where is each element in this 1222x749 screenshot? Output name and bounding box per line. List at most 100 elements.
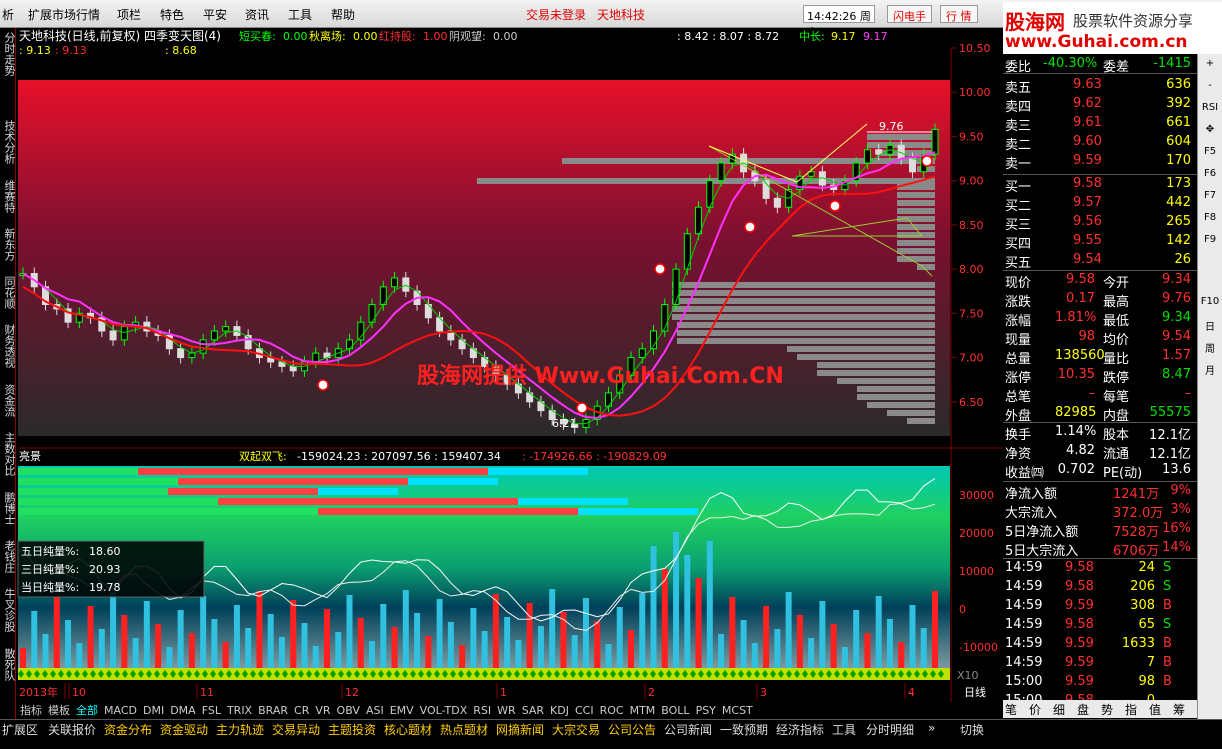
left-tab-laoqianzhuang[interactable]: 老钱庄 bbox=[1, 540, 16, 573]
bottom-tab[interactable]: 核心题材 bbox=[384, 721, 432, 738]
bottom-tab[interactable]: 关联报价 bbox=[48, 721, 96, 738]
candle-body bbox=[908, 158, 916, 173]
toolbar-button[interactable]: F10 bbox=[1200, 296, 1220, 307]
toolbar-button[interactable]: F9 bbox=[1200, 234, 1220, 245]
indicator-tab[interactable]: ASI bbox=[363, 704, 387, 717]
left-tab-tech-analysis[interactable]: 技术分析 bbox=[1, 120, 16, 164]
toolbar-button[interactable]: F8 bbox=[1200, 212, 1220, 223]
indicator-tab[interactable]: RSI bbox=[470, 704, 494, 717]
toolbar-button[interactable]: RSI bbox=[1200, 102, 1220, 113]
bottom-tab[interactable]: 大宗交易 bbox=[552, 721, 600, 738]
bottom-tab[interactable]: 切换 bbox=[960, 721, 984, 738]
bottom-tab[interactable]: 公司新闻 bbox=[664, 721, 712, 738]
mini-tab[interactable]: 指 bbox=[1125, 701, 1137, 718]
menu-item-tools[interactable]: 工具 bbox=[288, 6, 312, 23]
bottom-tab[interactable]: 热点题材 bbox=[440, 721, 488, 738]
left-tab-diagnose[interactable]: 牛叉诊股 bbox=[1, 588, 16, 632]
bottom-tab[interactable]: 一致预期 bbox=[720, 721, 768, 738]
toolbar-button[interactable]: 月 bbox=[1200, 362, 1220, 377]
bottom-tab[interactable]: 分时明细 bbox=[866, 721, 914, 738]
left-tab-capital-flow[interactable]: 资金流 bbox=[1, 384, 16, 417]
bottom-tab[interactable]: 主力轨迹 bbox=[216, 721, 264, 738]
mini-tab[interactable]: 值 bbox=[1149, 701, 1161, 718]
left-tab-compare[interactable]: 主数对比 bbox=[1, 432, 16, 476]
left-tab-xindongfang[interactable]: 新东方 bbox=[1, 228, 16, 261]
toolbar-button[interactable]: + bbox=[1200, 58, 1220, 69]
left-tab-timeshare[interactable]: 分时走势 bbox=[1, 32, 16, 76]
bottom-tab[interactable]: 交易异动 bbox=[272, 721, 320, 738]
menu-item-extended-market[interactable]: 扩展市场行情 bbox=[28, 6, 100, 23]
sub-volume-bar bbox=[639, 593, 646, 668]
bottom-tab[interactable]: 经济指标 bbox=[776, 721, 824, 738]
mini-tab[interactable]: 筹 bbox=[1173, 701, 1185, 718]
toolbar-button[interactable]: 日 bbox=[1200, 318, 1220, 333]
indicator-tab[interactable]: WR bbox=[494, 704, 519, 717]
indicator-tab[interactable]: CR bbox=[291, 704, 312, 717]
left-tab-vsat[interactable]: 维赛特 bbox=[1, 180, 16, 213]
bottom-tab[interactable]: 主题投资 bbox=[328, 721, 376, 738]
indicator-tab[interactable]: OBV bbox=[334, 704, 363, 717]
sub-volume-bar bbox=[909, 605, 916, 668]
toolbar-button[interactable]: 周 bbox=[1200, 340, 1220, 355]
indicator-tab[interactable]: BOLL bbox=[658, 704, 692, 717]
mini-tab[interactable]: 细 bbox=[1053, 701, 1065, 718]
toolbar-button[interactable]: ✥ bbox=[1200, 124, 1220, 135]
mini-tab[interactable]: 盘 bbox=[1077, 701, 1089, 718]
toolbar-button[interactable]: F6 bbox=[1200, 168, 1220, 179]
bottom-tab[interactable]: 工具 bbox=[832, 721, 856, 738]
menu-item-pingan[interactable]: 平安 bbox=[203, 6, 227, 23]
mini-tab[interactable]: 价 bbox=[1029, 701, 1041, 718]
sub-tick-label: 0 bbox=[959, 603, 966, 616]
indicator-tab[interactable]: ROC bbox=[597, 704, 627, 717]
bottom-tab[interactable]: 网摘新闻 bbox=[496, 721, 544, 738]
site-logo: 股海网 股票软件资源分享 www.Guhai.com.cn bbox=[1003, 2, 1222, 54]
mini-tab[interactable]: 势 bbox=[1101, 701, 1113, 718]
bottom-tab[interactable]: 扩展区 bbox=[2, 721, 38, 738]
indicator-tab[interactable]: KDJ bbox=[547, 704, 572, 717]
menu-item-analysis[interactable]: 析 bbox=[2, 6, 14, 23]
left-tab-tonghuashun[interactable]: 同花顺 bbox=[1, 276, 16, 309]
period-label[interactable]: 日线 bbox=[964, 685, 986, 699]
left-tab-sansidui[interactable]: 散死队 bbox=[1, 648, 16, 681]
left-tab-finance[interactable]: 财务透视 bbox=[1, 324, 16, 368]
indicator-tab[interactable]: 模板 bbox=[45, 702, 73, 718]
indicator-tab[interactable]: SAR bbox=[519, 704, 547, 717]
bottom-tab[interactable]: » bbox=[928, 721, 935, 735]
menu-item-help[interactable]: 帮助 bbox=[331, 6, 355, 23]
hbar-segment bbox=[18, 508, 318, 515]
indicator-tab[interactable]: VOL-TDX bbox=[417, 704, 471, 717]
stats-list: 现价 9.58 今开 9.34 涨跌 0.17 最高 9.76 涨幅 1.81% 最低 9.34 现量 9… bbox=[1003, 270, 1197, 424]
indicator-tab[interactable]: 全部 bbox=[73, 702, 101, 718]
candle-body bbox=[773, 197, 781, 208]
menu-item-special[interactable]: 特色 bbox=[160, 6, 184, 23]
indicator-tab[interactable]: EMV bbox=[387, 704, 417, 717]
toolbar-button[interactable]: - bbox=[1200, 80, 1220, 91]
sub-volume-bar bbox=[380, 604, 387, 668]
flow-pct: 14% bbox=[1162, 540, 1191, 555]
mini-tab[interactable]: 笔 bbox=[1005, 701, 1017, 718]
indicator-tab[interactable]: TRIX bbox=[224, 704, 255, 717]
kline-chart[interactable]: 天地科技(日线,前复权) 四季变天图(4) 短买春: 0.00 秋离场: 0.0… bbox=[17, 28, 1002, 702]
menu-item-info[interactable]: 资讯 bbox=[245, 6, 269, 23]
indicator-tab[interactable]: 指标 bbox=[17, 702, 45, 718]
toolbar-button[interactable]: F5 bbox=[1200, 146, 1220, 157]
indicator-tab[interactable]: CCI bbox=[572, 704, 597, 717]
indicator-tab[interactable]: FSL bbox=[199, 704, 224, 717]
left-tab-pengboshi[interactable]: 鹏博士 bbox=[1, 492, 16, 525]
indicator-tab[interactable]: MCST bbox=[719, 704, 756, 717]
bottom-tab[interactable]: 资金驱动 bbox=[160, 721, 208, 738]
bottom-tab[interactable]: 资金分布 bbox=[104, 721, 152, 738]
indicator-tab[interactable]: BRAR bbox=[255, 704, 291, 717]
indicator-tab[interactable]: DMA bbox=[167, 704, 199, 717]
login-status[interactable]: 交易未登录 bbox=[526, 6, 586, 23]
indicator-tab[interactable]: VR bbox=[312, 704, 333, 717]
quote-button[interactable]: 行 情 bbox=[940, 5, 978, 23]
indicator-tab[interactable]: DMI bbox=[140, 704, 167, 717]
menu-item-top[interactable]: 项栏 bbox=[117, 6, 141, 23]
indicator-tab[interactable]: MACD bbox=[101, 704, 140, 717]
bottom-tab[interactable]: 公司公告 bbox=[608, 721, 656, 738]
toolbar-button[interactable]: F7 bbox=[1200, 190, 1220, 201]
indicator-tab[interactable]: MTM bbox=[627, 704, 659, 717]
indicator-tab[interactable]: PSY bbox=[693, 704, 719, 717]
flash-trade-button[interactable]: 闪电手 bbox=[887, 5, 932, 23]
